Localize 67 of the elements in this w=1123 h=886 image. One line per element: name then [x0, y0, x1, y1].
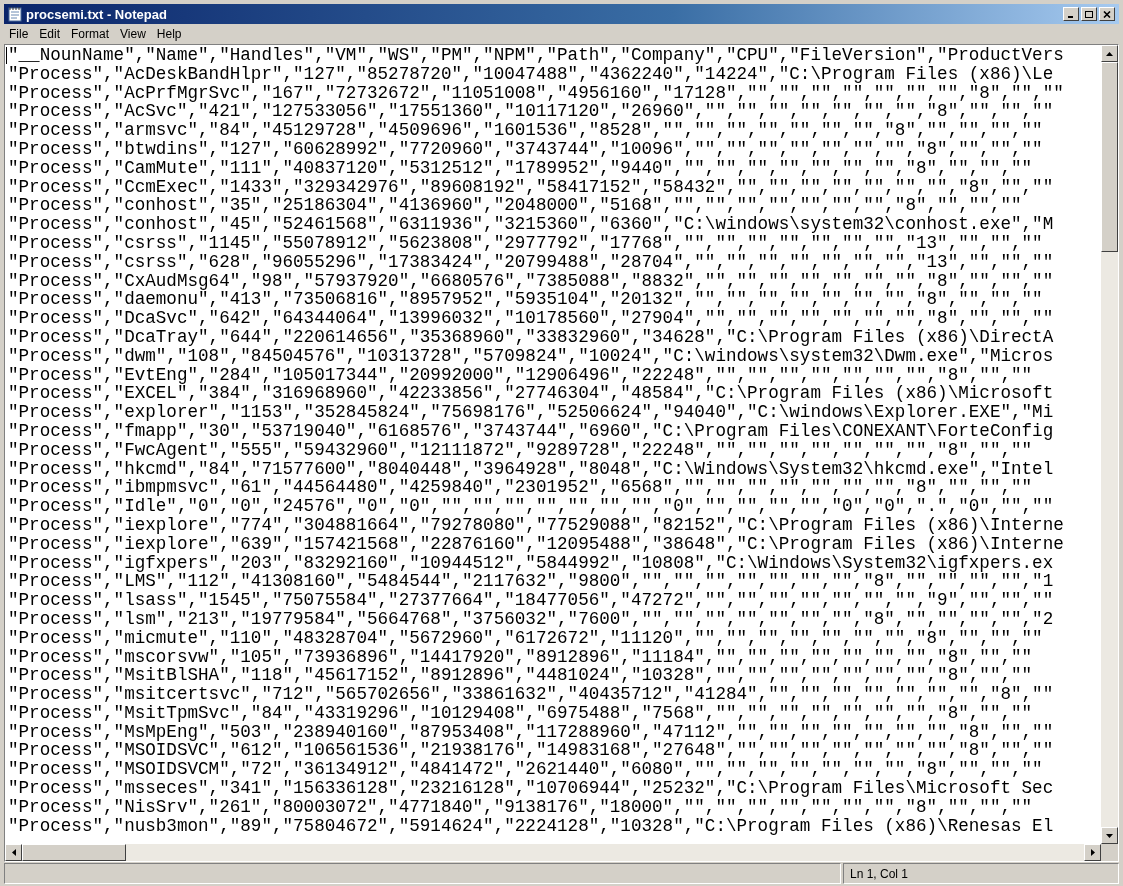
text-line: "Process","mscorsvw","105","73936896","14417920","8912896","11184","","","","","","","","8","",""	[8, 647, 1034, 667]
scroll-right-button[interactable]	[1084, 844, 1101, 861]
text-line: "Process","daemonu","413","73506816","8957952","5935104","20132","","","","","","","","8","","",""	[8, 290, 1043, 310]
text-line: "Process","iexplore","774","304881664","79278080","77529088","82152","C:\Program Files (x86)\Interne	[8, 515, 1065, 535]
right-arrow-icon	[1090, 849, 1095, 856]
text-line: "Process","MsMpEng","503","238940160","87953408","117288960","47112","","","","","","","","8","",""	[8, 722, 1055, 742]
text-line: "Process","fmapp","30","53719040","6168576","3743744","6960","C:\Program Files\CONEXANT\ForteConfig	[8, 421, 1055, 441]
text-line: "Process","LMS","112","41308160","5484544","2117632","9800","","","","","","","","8","","","","","1	[8, 572, 1055, 592]
text-line: "Process","FwcAgent","555","59432960","12111872","9289728","22248","","","","","","","","8","",""	[8, 440, 1033, 460]
text-line: "Process","lsm","213","19779584","5664768","3756032","7600","","","","","","","","8","","","","","2	[8, 609, 1055, 629]
text-line: "__NounName","Name","Handles","VM","WS","PM","NPM","Path","Company","CPU","FileVersion","ProductVers	[8, 46, 1065, 65]
text-line: "Process","EXCEL","384","316968960","42233856","27746304","48584","C:\Program Files (x86)\Microsoft	[8, 384, 1055, 404]
menu-item[interactable]: Edit	[34, 25, 66, 43]
text-line: "Process","NisSrv","261","80003072","4771840","9138176","18000","","","","","","","","8","","",""	[8, 797, 1034, 817]
text-line: "Process","conhost","35","25186304","4136960","2048000","5168","","","","","","","","8","","",""	[8, 196, 1023, 216]
maximize-button[interactable]	[1081, 7, 1097, 21]
text-line: "Process","nusb3mon","89","75804672","5914624","2224128","10328","C:\Program Files (x86)\Renesas El	[8, 816, 1055, 836]
text-line: "Process","micmute","110","48328704","5672960","6172672","11120","","","","","","","","8","","",""	[8, 628, 1044, 648]
text-line: "Process","MSOIDSVCM","72","36134912","4841472","2621440","6080","","","","","","","","8","","",""	[8, 760, 1044, 780]
text-line: "Process","csrss","628","96055296","17383424","20799488","28704","","","","","","","","13","","",""	[8, 252, 1055, 272]
scroll-down-button[interactable]	[1101, 827, 1118, 844]
scroll-thumb[interactable]	[1101, 62, 1118, 252]
up-arrow-icon	[1106, 51, 1113, 56]
down-arrow-icon	[1106, 833, 1113, 838]
scroll-thumb[interactable]	[22, 844, 126, 861]
close-icon	[1103, 10, 1111, 18]
text-line: "Process","conhost","45","52461568","6311936","3215360","6360","C:\windows\system32\conhost.exe","M	[8, 215, 1055, 234]
close-button[interactable]	[1099, 7, 1115, 21]
minimize-button[interactable]	[1063, 7, 1079, 21]
text-line: "Process","dwm","108","84504576","10313728","5709824","10024","C:\windows\system32\Dwm.exe","Micros	[8, 346, 1055, 366]
scroll-up-button[interactable]	[1101, 45, 1118, 62]
text-line: "Process","lsass","1545","75075584","27377664","18477056","47272","","","","","","","","9","","",""	[8, 591, 1055, 610]
text-line: "Process","AcPrfMgrSvc","167","72732672","11051008","4956160","17128","","","","","","","","8","",""	[8, 83, 1065, 103]
text-line: "Process","MSOIDSVC","612","106561536","21938176","14983168","27648","","","","","","","","8","",""	[8, 741, 1055, 761]
cursor-position: Ln 1, Col 1	[843, 863, 1119, 884]
text-line: "Process","ibmpmsvc","61","44564480","4259840","2301952","6568","","","","","","","","8","","",""	[8, 478, 1033, 498]
text-line: "Process","EvtEng","284","105017344","20992000","12906496","22248","","","","","","","","8","",""	[8, 365, 1033, 385]
scroll-left-button[interactable]	[5, 844, 22, 861]
menu-item[interactable]: View	[115, 25, 151, 43]
notepad-icon	[8, 6, 22, 22]
window-title: procsemi.txt - Notepad	[26, 7, 167, 21]
text-line: "Process","btwdins","127","60628992","7720960","3743744","10096","","","","","","","","8","","",""	[8, 140, 1044, 159]
text-line: "Process","explorer","1153","352845824","75698176","52506624","94040","C:\windows\Explorer.EXE","Mi	[8, 403, 1055, 422]
text-line: "Process","AcSvc","421","127533056","17551360","10117120","26960","","","","","","","","8","","",""	[8, 102, 1054, 122]
text-line: "Process","iexplore","639","157421568","22876160","12095488","38648","C:\Program Files (x86)\Interne	[8, 534, 1065, 554]
text-line: "Process","hkcmd","84","71577600","8040448","3964928","8048","C:\Windows\System32\hkcmd.exe","Intel	[8, 459, 1055, 479]
text-line: "Process","CxAudMsg64","98","57937920","6680576","7385088","8832","","","","","","","","8","","",""	[8, 271, 1055, 291]
text-area[interactable]	[5, 45, 1101, 844]
menu-item[interactable]: File	[4, 25, 34, 43]
text-line: "Process","msseces","341","156336128","23216128","10706944","25232","C:\Program Files\Microsoft Sec	[8, 779, 1055, 798]
text-line: "Process","DcaSvc","642","64344064","13996032","10178560","27904","","","","","","","","8","","",""	[8, 309, 1055, 328]
text-line: "Process","CcmExec","1433","329342976","89608192","58417152","58432","","","","","","","","8","",""	[8, 177, 1055, 197]
text-line: "Process","MsitTpmSvc","84","43319296","10129408","6975488","7568","","","","","","","","8","",""	[8, 703, 1034, 723]
text-cursor	[6, 47, 7, 64]
text-line: "Process","DcaTray","644","220614656","35368960","33832960","34628","C:\Program Files (x86)\DirectA	[8, 327, 1055, 347]
text-line: "Process","MsitBlSHA","118","45617152","8912896","4481024","10328","","","","","","","","8","",""	[8, 666, 1034, 686]
text-line: "Process","igfxpers","203","83292160","10944512","5844992","10808","C:\Windows\System32\igfxpers.ex	[8, 553, 1054, 573]
menu-item[interactable]: Format	[66, 25, 115, 43]
maximize-icon	[1085, 10, 1093, 18]
left-arrow-icon	[11, 849, 16, 856]
menu-item[interactable]: Help	[151, 25, 187, 43]
text-line: "Process","CamMute","111","40837120","5312512","1789952","9440","","","","","","","","8","","",""	[8, 158, 1034, 178]
text-line: "Process","AcDeskBandHlpr","127","85278720","10047488","4362240","14224","C:\Program Files (x86)\Le	[8, 64, 1054, 84]
text-line: "Process","armsvc","84","45129728","4509696","1601536","8528","","","","","","","","8","","","",""	[8, 121, 1044, 140]
text-line: "Process","csrss","1145","55078912","5623808","2977792","17768","","","","","","","","13","","",""	[8, 233, 1043, 253]
text-line: "Process","msitcertsvc","712","565702656","33861632","40435712","41284","","","","","","","","8",""	[8, 685, 1055, 704]
text-line: "Process","Idle","0","0","24576","0","0","","","","","","","","0","","","","","0","0",".","0","",""	[8, 497, 1055, 516]
